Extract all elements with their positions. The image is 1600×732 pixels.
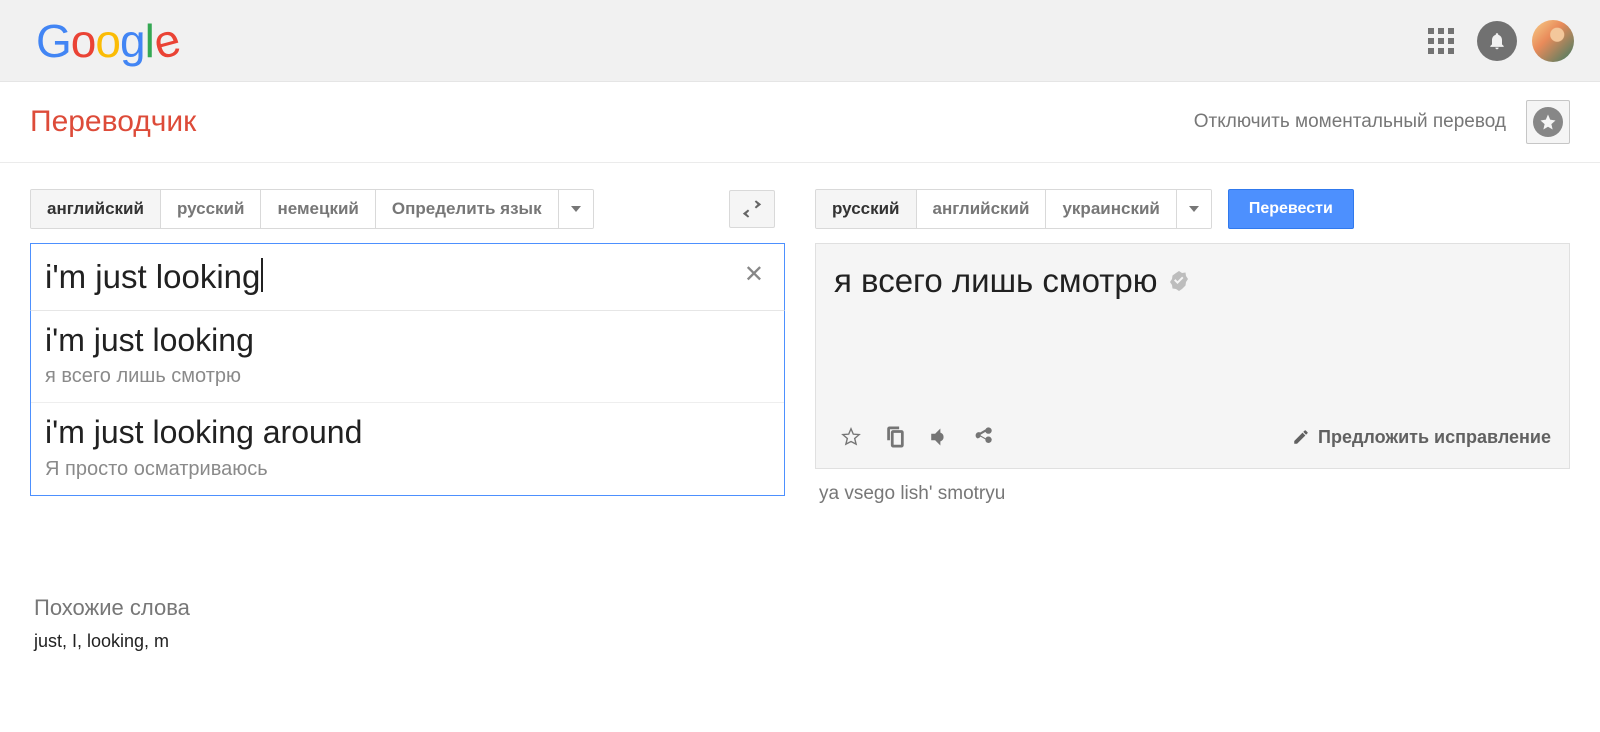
tab-label: Определить язык: [392, 199, 542, 219]
tab-label: английский: [933, 199, 1030, 219]
related-words[interactable]: just, I, looking, m: [34, 631, 1570, 652]
target-lang-tabs: русский английский украинский: [815, 189, 1212, 229]
suggestion-item-0[interactable]: i'm just looking я всего лишь смотрю: [31, 311, 784, 403]
related-section: Похожие слова just, I, looking, m: [0, 505, 1600, 682]
phrasebook-button[interactable]: [1526, 100, 1570, 144]
listen-translation-button[interactable]: [922, 420, 956, 454]
copy-translation-button[interactable]: [878, 420, 912, 454]
output-toolbar: Предложить исправление: [834, 420, 1551, 454]
source-column: английский русский немецкий Определить я…: [30, 189, 805, 505]
avatar: [1532, 20, 1574, 62]
suggestion-item-1[interactable]: i'm just looking around Я просто осматри…: [31, 403, 784, 494]
tab-label: немецкий: [277, 199, 358, 219]
source-lang-tabs: английский русский немецкий Определить я…: [30, 189, 594, 229]
share-icon: [972, 426, 994, 448]
notifications-icon[interactable]: [1476, 20, 1518, 62]
target-lang-tab-2[interactable]: украинский: [1046, 190, 1176, 228]
suggestion-translation: я всего лишь смотрю: [45, 365, 770, 388]
pencil-icon: [1292, 428, 1310, 446]
swap-icon: [741, 198, 763, 220]
target-lang-tab-1[interactable]: английский: [917, 190, 1047, 228]
verified-icon: [1167, 269, 1191, 293]
suggestion-text: i'm just looking: [45, 321, 770, 359]
chevron-down-icon: [571, 206, 581, 212]
translate-button[interactable]: Перевести: [1228, 189, 1354, 229]
source-lang-tab-detect[interactable]: Определить язык: [376, 190, 559, 228]
text-cursor: [261, 258, 263, 292]
source-lang-tab-0[interactable]: английский: [31, 190, 161, 228]
share-translation-button[interactable]: [966, 420, 1000, 454]
source-input-text: i'm just looking: [45, 258, 260, 295]
suggestions-dropdown: i'm just looking я всего лишь смотрю i'm…: [30, 310, 785, 496]
source-input-stack: i'm just looking ✕ i'm just looking я вс…: [30, 243, 785, 496]
tab-label: русский: [832, 199, 900, 219]
close-icon: ✕: [744, 261, 764, 288]
translation-output: я всего лишь смотрю: [815, 243, 1570, 469]
copy-icon: [884, 426, 906, 448]
translation-text[interactable]: я всего лишь смотрю: [834, 262, 1157, 300]
translate-columns: английский русский немецкий Определить я…: [0, 163, 1600, 505]
transliteration[interactable]: ya vsego lish' smotryu: [815, 483, 1570, 505]
tab-label: английский: [47, 199, 144, 219]
apps-icon[interactable]: [1420, 20, 1462, 62]
source-lang-tab-1[interactable]: русский: [161, 190, 262, 228]
suggestion-translation: Я просто осматриваюсь: [45, 458, 770, 481]
target-lang-dropdown[interactable]: [1177, 190, 1211, 228]
source-lang-dropdown[interactable]: [559, 190, 593, 228]
star-icon: [1533, 107, 1563, 137]
speaker-icon: [928, 426, 950, 448]
tab-label: русский: [177, 199, 245, 219]
star-outline-icon: [840, 426, 862, 448]
target-lang-tab-0[interactable]: русский: [816, 190, 917, 228]
related-heading: Похожие слова: [34, 595, 1570, 621]
suggest-edit-button[interactable]: Предложить исправление: [1292, 427, 1551, 448]
swap-languages-button[interactable]: [729, 190, 775, 228]
instant-translate-toggle[interactable]: Отключить моментальный перевод: [1194, 111, 1506, 133]
suggest-edit-label: Предложить исправление: [1318, 427, 1551, 448]
source-lang-tab-2[interactable]: немецкий: [261, 190, 375, 228]
suggestion-text: i'm just looking around: [45, 413, 770, 451]
app-title[interactable]: Переводчик: [30, 105, 196, 139]
account-avatar[interactable]: [1532, 20, 1574, 62]
app-titlebar: Переводчик Отключить моментальный перево…: [0, 82, 1600, 163]
target-lang-row: русский английский украинский Перевести: [815, 189, 1570, 229]
google-bar: Google: [0, 0, 1600, 82]
source-input[interactable]: i'm just looking ✕: [30, 243, 785, 310]
google-logo[interactable]: Google: [36, 14, 178, 68]
chevron-down-icon: [1189, 206, 1199, 212]
clear-input-button[interactable]: ✕: [736, 256, 772, 293]
tab-label: украинский: [1062, 199, 1159, 219]
source-lang-row: английский русский немецкий Определить я…: [30, 189, 785, 229]
save-translation-button[interactable]: [834, 420, 868, 454]
target-column: русский английский украинский Перевести …: [805, 189, 1570, 505]
